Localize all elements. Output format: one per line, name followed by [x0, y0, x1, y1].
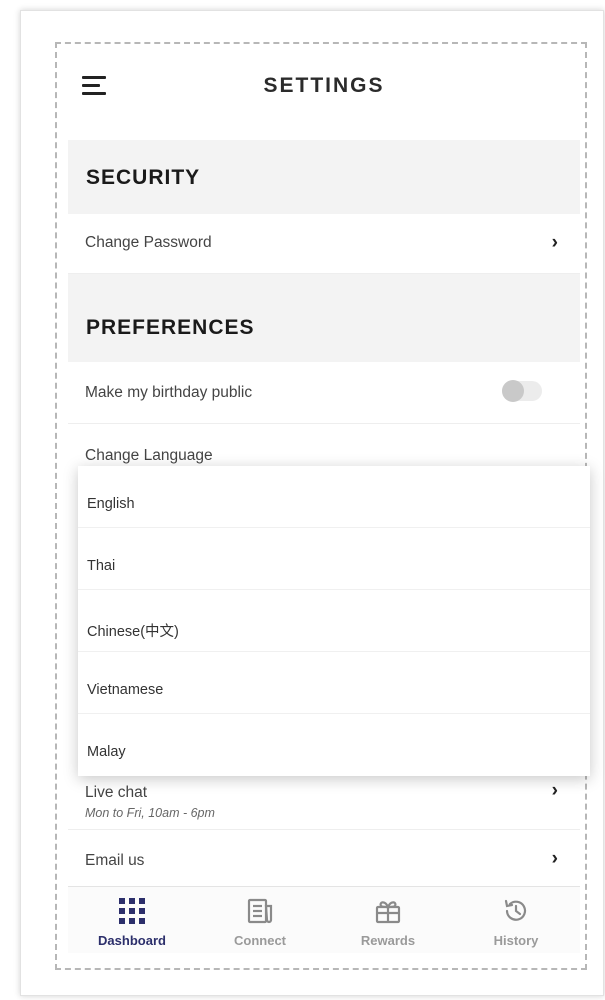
language-option-english[interactable]: English: [78, 466, 590, 528]
tab-rewards[interactable]: Rewards: [324, 887, 452, 953]
tab-rewards-label: Rewards: [360, 933, 416, 948]
history-icon: [504, 899, 527, 921]
live-chat-hours: Mon to Fri, 10am - 6pm: [85, 806, 215, 820]
preferences-heading: PREFERENCES: [86, 316, 255, 339]
newspaper-icon: [247, 898, 273, 924]
change-password-label: Change Password: [85, 234, 212, 251]
language-option-label: Malay: [87, 744, 126, 760]
chevron-right-icon: ›: [551, 780, 558, 801]
language-option-label: English: [87, 496, 135, 512]
change-language-label: Change Language: [85, 447, 213, 464]
preferences-section-header: PREFERENCES: [68, 274, 580, 362]
toggle-knob: [502, 380, 524, 402]
grid-icon: [119, 898, 145, 924]
language-option-chinese[interactable]: Chinese(中文): [78, 590, 590, 652]
tab-dashboard[interactable]: Dashboard: [68, 887, 196, 953]
language-option-label: Thai: [87, 558, 116, 574]
gift-icon: [375, 901, 401, 924]
header: SETTINGS: [68, 52, 580, 138]
tab-history-label: History: [493, 933, 539, 948]
chevron-right-icon: ›: [551, 232, 558, 253]
chevron-right-icon: ›: [551, 848, 558, 869]
tab-connect-label: Connect: [234, 933, 286, 948]
language-option-vietnamese[interactable]: Vietnamese: [78, 652, 590, 714]
bottom-tab-bar: Dashboard Connect Rewards History: [68, 886, 580, 953]
language-option-label: Vietnamese: [87, 682, 164, 698]
birthday-public-label: Make my birthday public: [85, 384, 253, 401]
live-chat-label: Live chat: [85, 784, 148, 801]
birthday-public-toggle[interactable]: [502, 380, 542, 402]
security-heading: SECURITY: [86, 166, 201, 189]
language-option-malay[interactable]: Malay: [78, 714, 590, 776]
language-option-thai[interactable]: Thai: [78, 528, 590, 590]
security-section-header: SECURITY: [68, 140, 580, 214]
email-us-row[interactable]: Email us ›: [68, 830, 580, 886]
language-dropdown: English Thai Chinese(中文) Vietnamese Mala…: [78, 466, 590, 776]
page-title: SETTINGS: [263, 74, 385, 97]
email-us-label: Email us: [85, 852, 145, 869]
birthday-public-row: Make my birthday public: [68, 362, 580, 424]
language-option-label: Chinese(中文): [87, 624, 179, 640]
change-password-row[interactable]: Change Password ›: [68, 214, 580, 274]
tab-dashboard-label: Dashboard: [98, 933, 166, 948]
tab-history[interactable]: History: [452, 887, 580, 953]
tab-connect[interactable]: Connect: [196, 887, 324, 953]
